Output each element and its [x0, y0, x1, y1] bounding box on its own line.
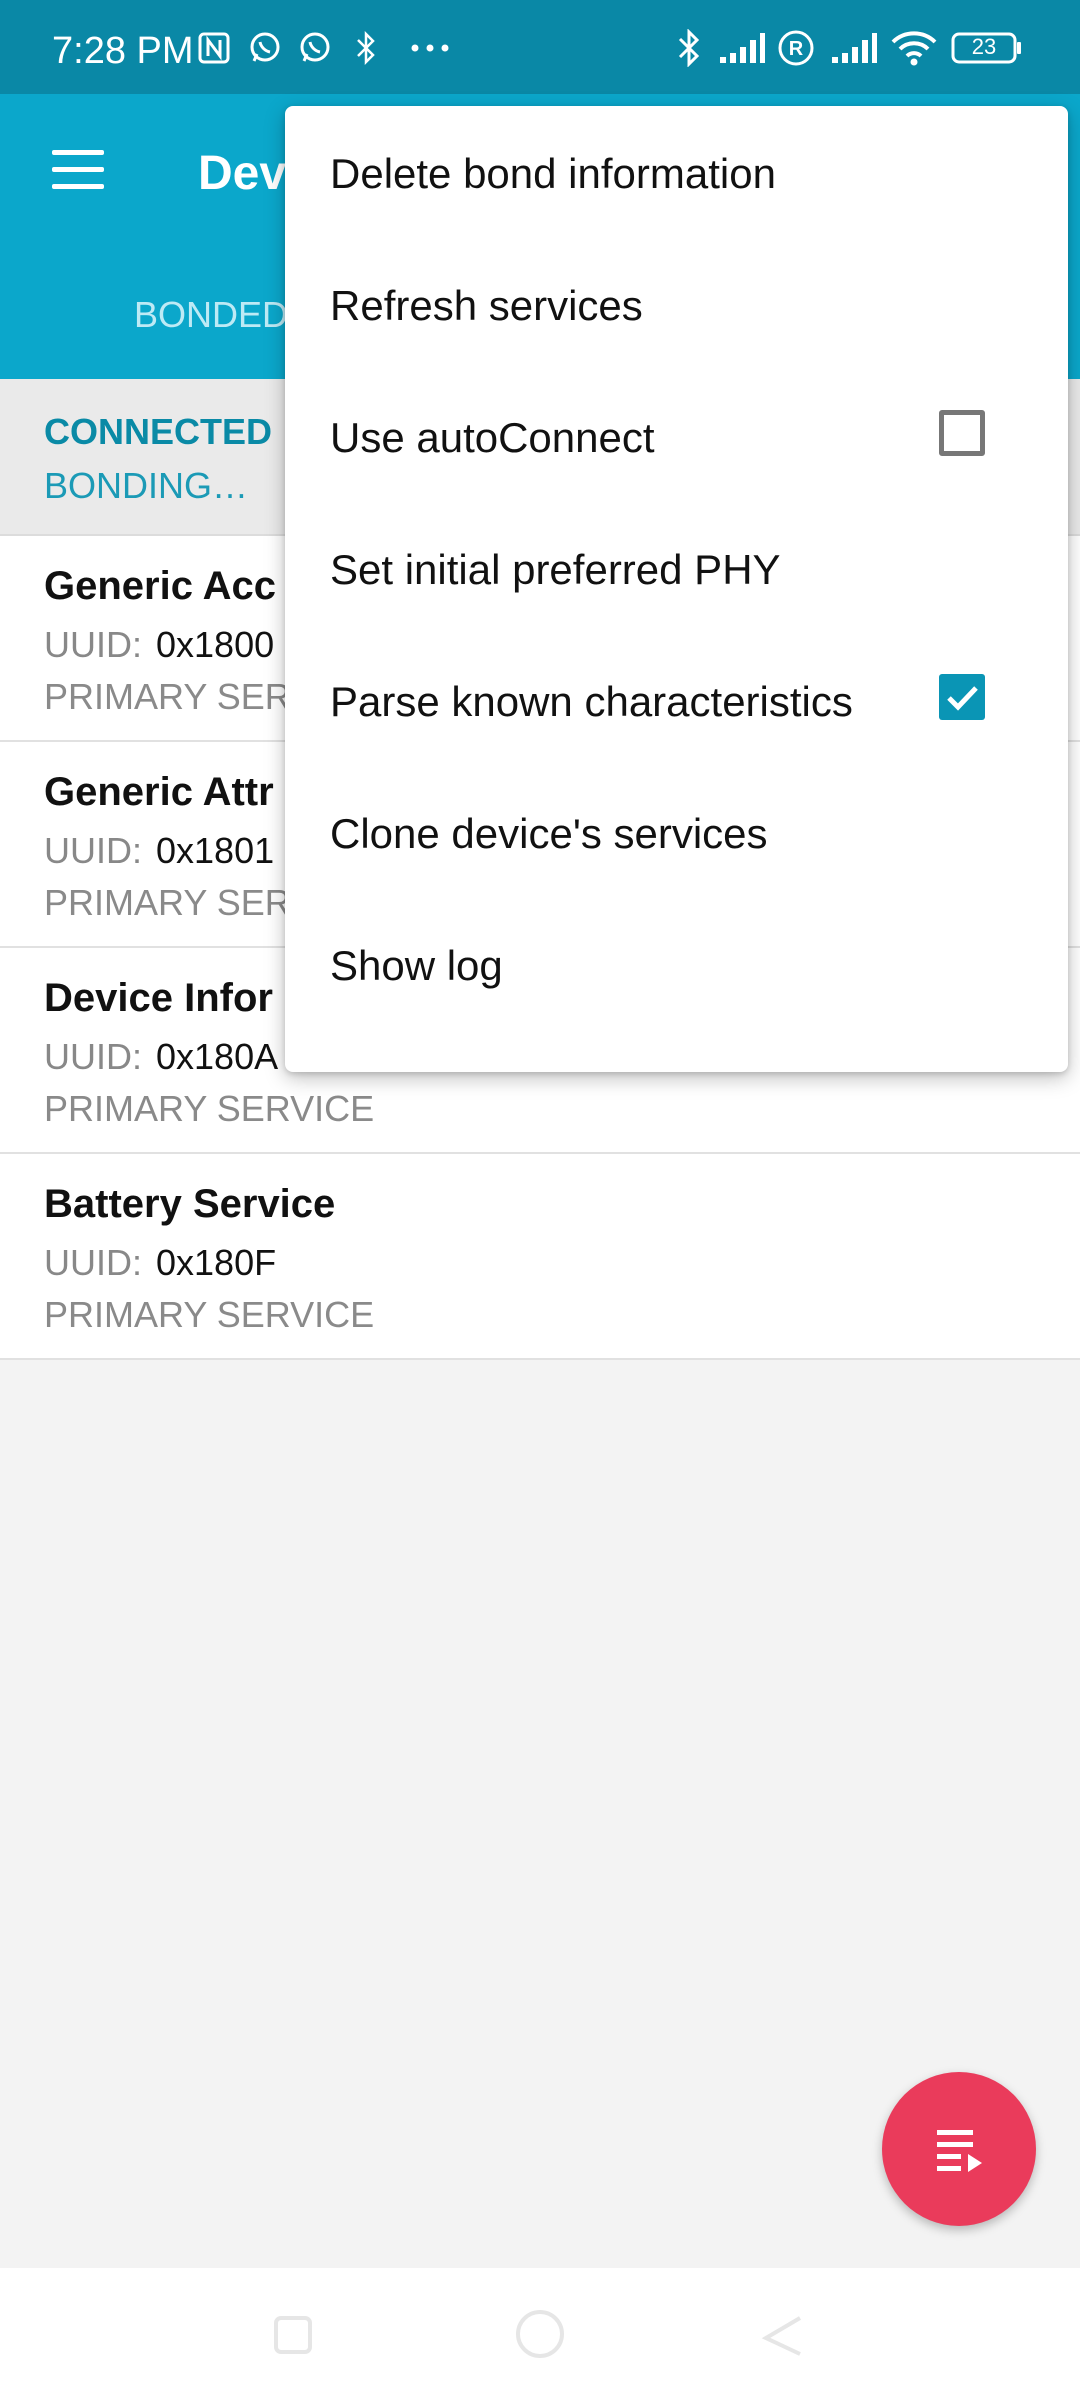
- service-name: Battery Service: [44, 1182, 336, 1226]
- service-uuid: UUID: 0x1801: [44, 830, 274, 872]
- battery-icon: 23: [950, 28, 1024, 68]
- service-type: PRIMARY SER: [44, 676, 291, 717]
- menu-item-delete-bond[interactable]: Delete bond information: [285, 106, 1068, 238]
- page-title: Dev: [198, 147, 287, 200]
- menu-item-label: Set initial preferred PHY: [330, 546, 781, 593]
- service-type: PRIMARY SER: [44, 882, 291, 923]
- menu-item-label: Delete bond information: [330, 150, 776, 197]
- service-type: PRIMARY SERVICE: [44, 1088, 375, 1129]
- service-uuid: UUID: 0x1800: [44, 624, 274, 666]
- menu-item-label: Show log: [330, 942, 503, 989]
- connection-state: CONNECTED: [44, 411, 273, 452]
- service-name: Device Infor: [44, 976, 273, 1020]
- bluetooth-icon: [352, 28, 380, 68]
- wifi-icon: [888, 28, 940, 68]
- more-dots-icon: [408, 28, 452, 68]
- nfc-icon: [196, 28, 232, 68]
- uuid-value: 0x1800: [156, 624, 275, 665]
- whatsapp-icon: [246, 28, 284, 68]
- parse-characteristics-checkbox[interactable]: [939, 674, 985, 720]
- uuid-label: UUID:: [44, 830, 142, 871]
- show-log-fab[interactable]: [882, 2072, 1036, 2226]
- overflow-menu: Delete bond information Refresh services…: [285, 106, 1068, 1072]
- roaming-icon: R: [776, 28, 816, 68]
- bond-state: BONDING…: [44, 465, 249, 506]
- uuid-label: UUID:: [44, 1242, 142, 1283]
- tab-bonded[interactable]: BONDED: [134, 294, 288, 336]
- service-name: Generic Attr: [44, 770, 274, 814]
- status-bar: 7:28 PM R 23: [0, 0, 1080, 94]
- signal-icon: [716, 28, 768, 68]
- menu-item-use-autoconnect[interactable]: Use autoConnect: [285, 370, 1068, 502]
- menu-icon[interactable]: [52, 150, 104, 190]
- back-icon[interactable]: [758, 2310, 808, 2360]
- menu-item-show-log[interactable]: Show log: [285, 898, 1068, 1030]
- menu-item-label: Use autoConnect: [330, 414, 655, 461]
- uuid-value: 0x180F: [156, 1242, 277, 1283]
- menu-item-parse-characteristics[interactable]: Parse known characteristics: [285, 634, 1068, 766]
- bluetooth-icon: [674, 28, 704, 68]
- menu-item-preferred-phy[interactable]: Set initial preferred PHY: [285, 502, 1068, 634]
- autoconnect-checkbox[interactable]: [939, 410, 985, 456]
- menu-item-clone-services[interactable]: Clone device's services: [285, 766, 1068, 898]
- uuid-label: UUID:: [44, 1036, 142, 1077]
- list-item[interactable]: Battery Service UUID: 0x180F PRIMARY SERV…: [0, 1154, 1080, 1360]
- uuid-value: 0x1801: [156, 830, 275, 871]
- signal-icon: [828, 28, 880, 68]
- menu-item-label: Clone device's services: [330, 810, 768, 857]
- uuid-value: 0x180A: [156, 1036, 279, 1077]
- menu-item-label: Parse known characteristics: [330, 678, 853, 725]
- service-name: Generic Acc: [44, 564, 276, 608]
- whatsapp-icon: [296, 28, 334, 68]
- service-type: PRIMARY SERVICE: [44, 1294, 375, 1335]
- status-time: 7:28 PM: [52, 30, 194, 72]
- service-uuid: UUID: 0x180F: [44, 1242, 276, 1284]
- navigation-bar: [0, 2268, 1080, 2400]
- uuid-label: UUID:: [44, 624, 142, 665]
- battery-level: 23: [971, 34, 997, 59]
- menu-item-label: Refresh services: [330, 282, 643, 329]
- check-icon: [947, 686, 978, 711]
- menu-item-refresh-services[interactable]: Refresh services: [285, 238, 1068, 370]
- recents-icon[interactable]: [268, 2310, 318, 2360]
- service-uuid: UUID: 0x180A: [44, 1036, 278, 1078]
- home-icon[interactable]: [510, 2304, 570, 2364]
- svg-text:R: R: [789, 38, 804, 60]
- log-list-icon: [937, 2130, 982, 2172]
